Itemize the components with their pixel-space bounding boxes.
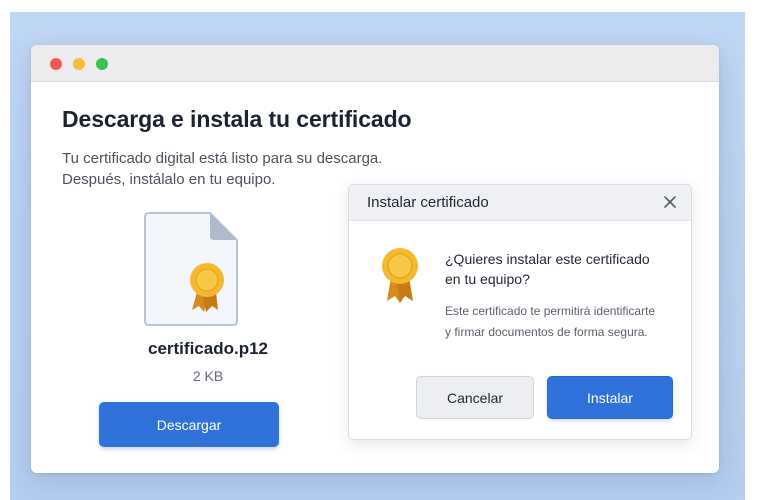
dialog-title: Instalar certificado <box>367 194 489 211</box>
question-line-1: ¿Quieres instalar este certificado <box>445 251 650 267</box>
file-size: 2 KB <box>192 368 224 384</box>
file-name: certificado.p12 <box>148 339 268 358</box>
certificate-badge-icon <box>382 248 418 303</box>
dialog-header: Instalar certificado <box>349 185 691 221</box>
dialog-info: Este certificado te permitirá identifica… <box>445 301 681 343</box>
subtitle-line-2: Después, instálalo en tu equipo. <box>62 171 276 188</box>
install-button[interactable]: Instalar <box>547 376 673 419</box>
zoom-window-button[interactable] <box>96 58 108 70</box>
download-button[interactable]: Descargar <box>99 402 279 447</box>
close-icon[interactable] <box>661 193 679 211</box>
window-titlebar <box>31 45 719 82</box>
close-window-button[interactable] <box>50 58 62 70</box>
info-line-1: Este certificado te permitirá identifica… <box>445 304 656 318</box>
cancel-button[interactable]: Cancelar <box>416 376 534 419</box>
install-certificate-dialog: Instalar certificado ¿Quieres instalar e… <box>348 184 692 440</box>
info-line-2: y firmar documentos de forma segura. <box>445 325 648 339</box>
dialog-question: ¿Quieres instalar este certificado en tu… <box>445 249 675 289</box>
subtitle-line-1: Tu certificado digital está listo para s… <box>62 150 383 167</box>
page-subtitle: Tu certificado digital está listo para s… <box>62 148 382 190</box>
question-line-2: en tu equipo? <box>445 271 530 287</box>
minimize-window-button[interactable] <box>73 58 85 70</box>
certificate-file-icon <box>144 212 238 326</box>
page-title: Descarga e instala tu certificado <box>62 106 412 132</box>
